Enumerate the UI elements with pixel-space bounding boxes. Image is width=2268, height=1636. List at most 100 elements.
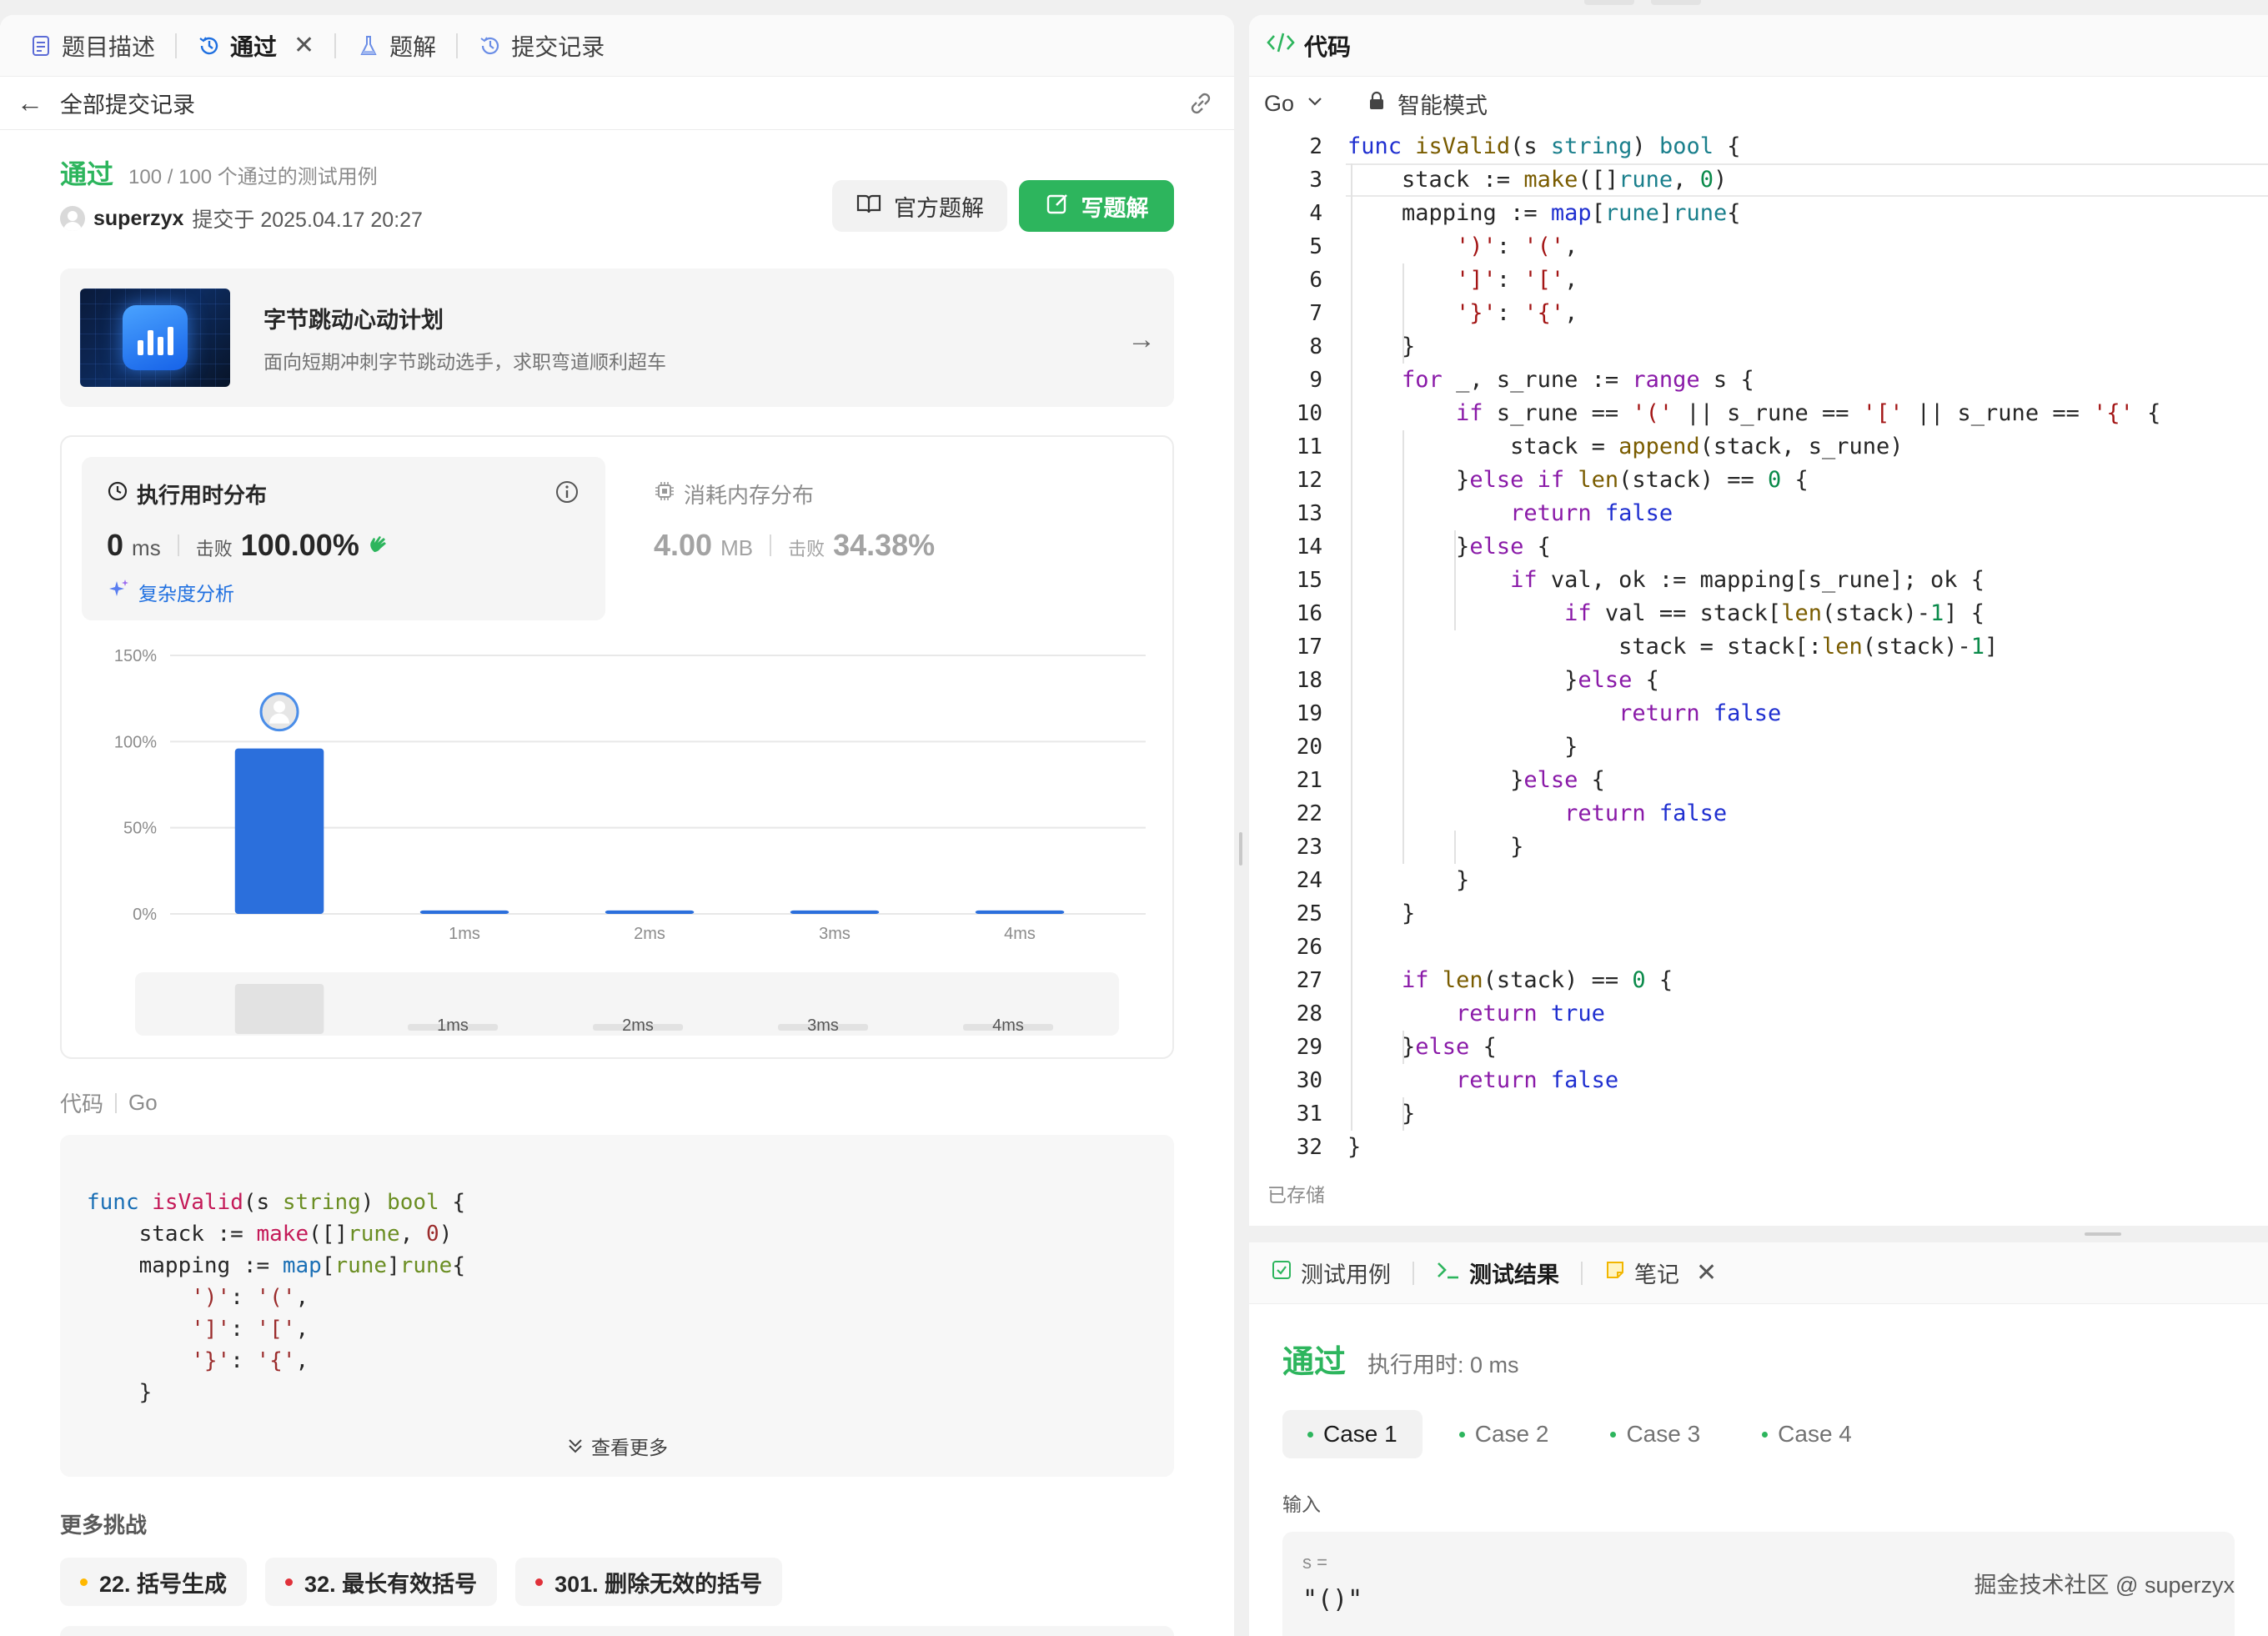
range-brush-label: 4ms bbox=[992, 1016, 1024, 1035]
tab-divider bbox=[334, 33, 337, 58]
tab-accepted[interactable]: 通过 ✕ bbox=[190, 29, 321, 63]
case-label: Case 4 bbox=[1778, 1421, 1852, 1447]
line-number: 8 bbox=[1309, 334, 1322, 359]
code-lines[interactable]: func isValid(s string) bool { stack := m… bbox=[1347, 130, 2268, 1164]
line-number: 17 bbox=[1296, 635, 1322, 660]
line-number: 19 bbox=[1296, 701, 1322, 726]
stats-card: 执行用时分布 0 ms 击败 100.00% 复杂度分析 消耗内存分布 4.00… bbox=[60, 435, 1174, 1059]
line-number: 30 bbox=[1296, 1068, 1322, 1093]
tab-description-label: 题目描述 bbox=[62, 33, 156, 60]
history-icon bbox=[478, 33, 503, 58]
passed-cases: 100 / 100 个通过的测试用例 bbox=[128, 166, 378, 188]
line-number: 21 bbox=[1296, 768, 1322, 793]
line-number: 11 bbox=[1296, 434, 1322, 459]
view-more-button[interactable]: 查看更多 bbox=[591, 1432, 668, 1460]
submission-status: 通过 bbox=[60, 159, 114, 189]
tab-submissions[interactable]: 提交记录 bbox=[471, 29, 611, 63]
y-tick-label: 150% bbox=[114, 647, 157, 665]
challenge-chip[interactable]: 32. 最长有效括号 bbox=[265, 1558, 498, 1606]
edit-icon bbox=[1045, 191, 1070, 222]
tab-test-result[interactable]: 测试结果 bbox=[1436, 1257, 1559, 1289]
language-select[interactable]: Go bbox=[1264, 91, 1294, 117]
promo-title: 字节跳动心动计划 bbox=[263, 307, 444, 333]
range-brush-handle bbox=[234, 984, 324, 1034]
tab-testcases[interactable]: 测试用例 bbox=[1271, 1257, 1391, 1289]
challenge-list: 22. 括号生成 32. 最长有效括号 301. 删除无效的括号 bbox=[60, 1558, 1174, 1606]
x-tick-label: 3ms bbox=[819, 925, 850, 943]
vertical-splitter[interactable] bbox=[1234, 15, 1249, 1636]
avatar[interactable] bbox=[60, 206, 85, 231]
y-tick-label: 50% bbox=[123, 820, 157, 838]
arrow-right-icon[interactable]: → bbox=[1127, 324, 1156, 356]
y-tick-label: 0% bbox=[133, 906, 157, 924]
chart-logo-icon bbox=[123, 305, 188, 370]
code-tab-title[interactable]: 代码 bbox=[1304, 29, 1351, 63]
left-tabbar: 题目描述 通过 ✕ 题解 提交记录 bbox=[0, 15, 1234, 77]
line-number: 2 bbox=[1309, 134, 1322, 159]
tab-divider bbox=[175, 33, 178, 58]
range-brush-label: 1ms bbox=[437, 1016, 469, 1035]
official-solution-button[interactable]: 官方题解 bbox=[832, 180, 1007, 232]
case-tab-3[interactable]: Case 3 bbox=[1585, 1410, 1725, 1458]
avatar-marker-head bbox=[273, 700, 286, 713]
line-number: 4 bbox=[1309, 201, 1322, 226]
all-submissions-link[interactable]: 全部提交记录 bbox=[60, 87, 195, 119]
chart-bar bbox=[605, 910, 695, 914]
terminal-icon bbox=[1436, 1259, 1461, 1287]
line-number: 14 bbox=[1296, 534, 1322, 560]
close-icon[interactable]: ✕ bbox=[294, 31, 314, 60]
tab-submissions-label: 提交记录 bbox=[511, 33, 605, 60]
range-brush-label: 3ms bbox=[807, 1016, 839, 1035]
lock-icon bbox=[1367, 91, 1386, 117]
write-solution-label: 写题解 bbox=[1081, 195, 1149, 221]
submission-content: 通过 100 / 100 个通过的测试用例 superzyx 提交于 2025.… bbox=[0, 153, 1234, 1636]
promo-banner[interactable]: 字节跳动心动计划 面向短期冲刺字节跳动选手，求职弯道顺利超车 → bbox=[60, 268, 1174, 407]
case-label: Case 1 bbox=[1323, 1421, 1397, 1447]
checkbox-icon bbox=[1271, 1259, 1292, 1287]
case-tab-4[interactable]: Case 4 bbox=[1737, 1410, 1877, 1458]
input-label: 输入 bbox=[1282, 1493, 1321, 1515]
promo-subtitle: 面向短期冲刺字节跳动选手，求职弯道顺利超车 bbox=[263, 350, 666, 373]
code-tabbar: 代码 bbox=[1249, 15, 2268, 77]
line-number: 24 bbox=[1296, 868, 1322, 893]
link-icon[interactable] bbox=[1186, 88, 1216, 118]
tab-notes[interactable]: 笔记 ✕ bbox=[1604, 1257, 1717, 1289]
username[interactable]: superzyx bbox=[93, 207, 183, 231]
code-editor[interactable]: 2 3 4 5 6 7 8 9 10 11 12 13 14 15 16 17 18 19 20 21 22 23 24 25… bbox=[1249, 130, 2268, 1160]
line-number: 13 bbox=[1296, 501, 1322, 526]
line-number: 29 bbox=[1296, 1035, 1322, 1060]
saved-status: 已存储 bbox=[1267, 1184, 1325, 1206]
challenge-chip[interactable]: 301. 删除无效的括号 bbox=[515, 1558, 783, 1606]
book-icon bbox=[856, 191, 882, 222]
smart-mode-toggle[interactable]: 智能模式 bbox=[1397, 88, 1488, 120]
document-icon bbox=[28, 33, 53, 58]
code-section-header: 代码 Go bbox=[60, 1087, 1174, 1118]
close-icon[interactable]: ✕ bbox=[1696, 1258, 1717, 1287]
challenge-chip[interactable]: 22. 括号生成 bbox=[60, 1558, 248, 1606]
tab-solutions[interactable]: 题解 bbox=[349, 29, 443, 63]
write-solution-button[interactable]: 写题解 bbox=[1019, 180, 1174, 232]
line-number: 22 bbox=[1296, 801, 1322, 826]
line-number: 31 bbox=[1296, 1102, 1322, 1127]
case-tab-2[interactable]: Case 2 bbox=[1434, 1410, 1574, 1458]
back-arrow-icon[interactable]: ← bbox=[17, 88, 43, 118]
tab-description[interactable]: 题目描述 bbox=[22, 29, 162, 63]
chart-bar bbox=[975, 910, 1065, 914]
test-tabbar: 测试用例 测试结果 笔记 ✕ bbox=[1249, 1242, 2268, 1304]
line-number: 26 bbox=[1296, 935, 1322, 960]
test-runtime: 执行用时: 0 ms bbox=[1367, 1352, 1519, 1378]
runtime-distribution-chart[interactable]: 0% 50% 100% 150% 1ms 2ms 3ms 4ms 1ms 2ms 3ms 4ms bbox=[62, 437, 1176, 1061]
line-number: 10 bbox=[1296, 401, 1322, 426]
challenge-label: 32. 最长有效括号 bbox=[304, 1571, 478, 1597]
chart-bar bbox=[234, 748, 324, 914]
chevron-down-icon[interactable] bbox=[1306, 91, 1324, 117]
code-section-label: 代码 bbox=[60, 1092, 104, 1117]
case-tab-1[interactable]: Case 1 bbox=[1282, 1410, 1423, 1458]
line-number: 20 bbox=[1296, 735, 1322, 760]
chart-bar bbox=[419, 910, 509, 914]
code-toolbar: Go 智能模式 bbox=[1249, 77, 2268, 130]
note-icon bbox=[1604, 1259, 1626, 1287]
horizontal-splitter[interactable] bbox=[2085, 1232, 2121, 1236]
case-label: Case 2 bbox=[1474, 1421, 1549, 1447]
code-editor-panel: 代码 Go 智能模式 2 3 4 5 6 7 8 9 10 11 12 13 14 15 16 17 18 19 2… bbox=[1249, 15, 2268, 1226]
